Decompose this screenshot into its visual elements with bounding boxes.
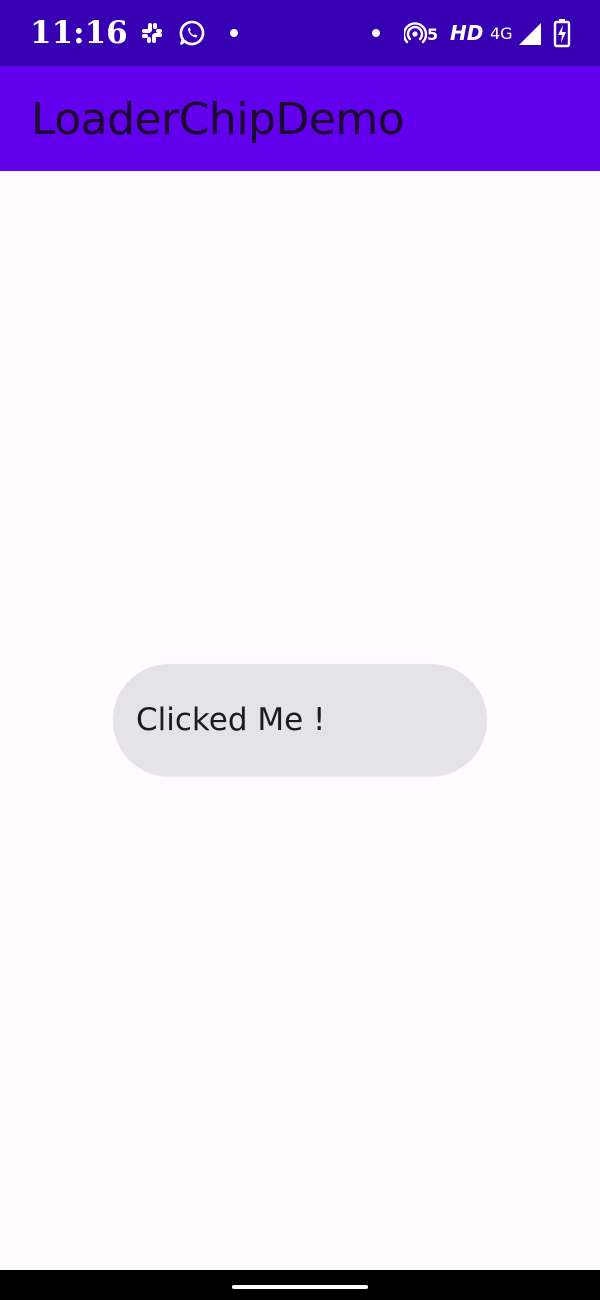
whatsapp-icon [179, 20, 205, 46]
app-bar: LoaderChipDemo [0, 66, 600, 171]
notification-dot-icon [230, 29, 238, 37]
navigation-bar [0, 1270, 600, 1300]
gesture-handle[interactable] [232, 1285, 368, 1289]
status-time: 11:16 [30, 15, 128, 51]
hotspot-icon [404, 22, 428, 44]
hd-icon: HD [450, 21, 484, 45]
status-bar: 11:16 5 HD 4G [0, 0, 600, 66]
hotspot-count: 5 [427, 25, 439, 44]
app-title: LoaderChipDemo [31, 94, 405, 145]
slack-icon [142, 23, 162, 43]
loader-chip[interactable]: Clicked Me ! [113, 664, 487, 776]
signal-icon [519, 23, 541, 45]
battery-charging-icon [553, 19, 571, 48]
notification-dot-icon [372, 29, 380, 37]
chip-label: Clicked Me ! [136, 702, 326, 738]
network-4g-icon: 4G [490, 24, 513, 43]
